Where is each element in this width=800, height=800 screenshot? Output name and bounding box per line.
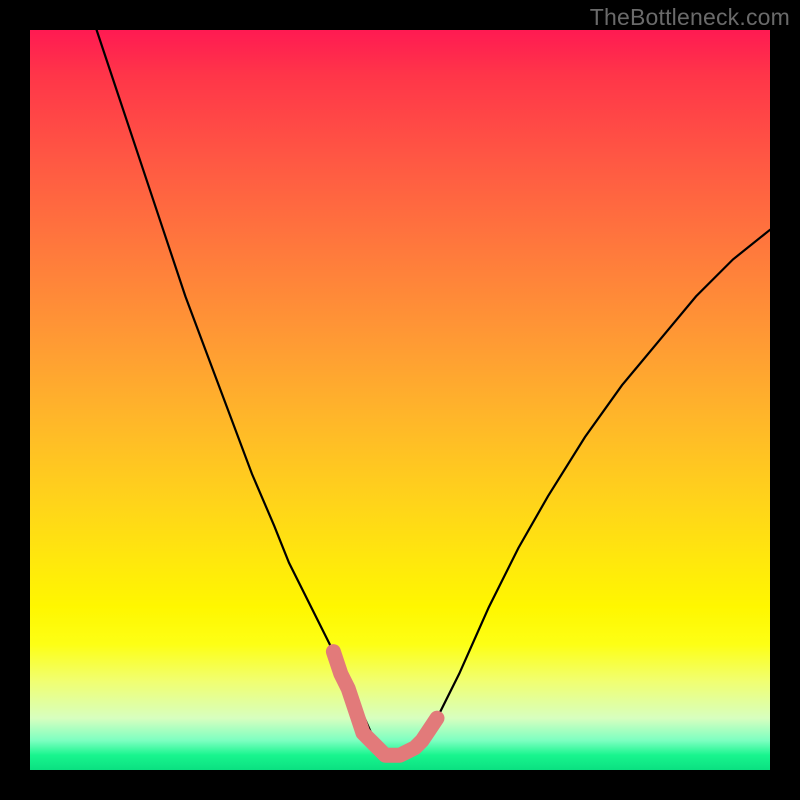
watermark-text: TheBottleneck.com bbox=[590, 4, 790, 31]
chart-frame: TheBottleneck.com bbox=[0, 0, 800, 800]
highlight-segment bbox=[333, 652, 437, 756]
plot-area bbox=[30, 30, 770, 770]
bottleneck-curve bbox=[97, 30, 770, 755]
curve-layer bbox=[30, 30, 770, 770]
